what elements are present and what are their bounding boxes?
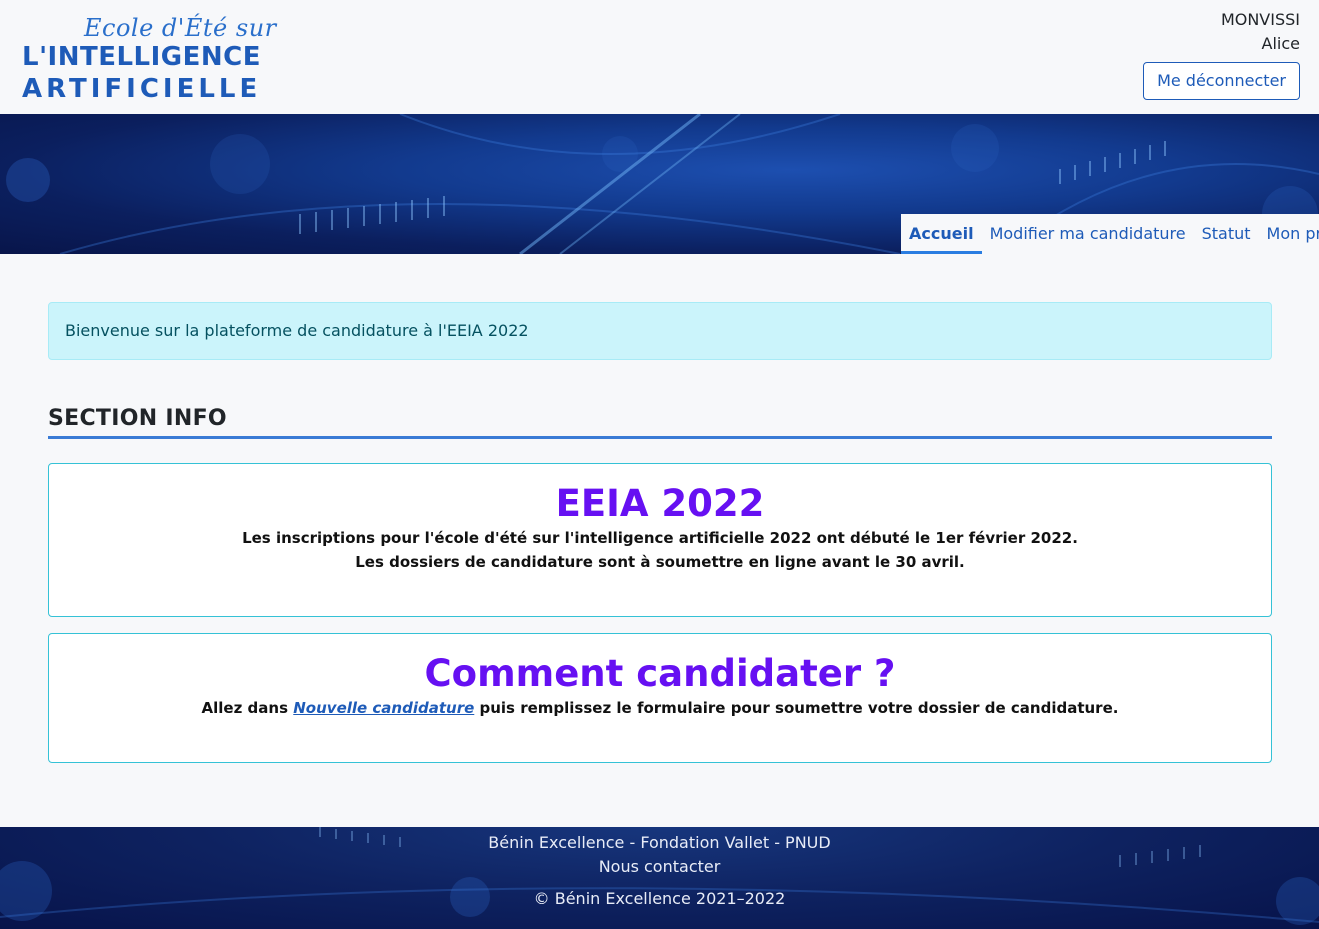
card-title: Comment candidater ? (424, 652, 896, 695)
nav-tab-mon-profil[interactable]: Mon profil (1259, 214, 1319, 254)
card-text: Allez dans Nouvelle candidature puis rem… (49, 696, 1271, 720)
card-text-line-1: Les inscriptions pour l'école d'été sur … (242, 529, 1078, 547)
logo-line-1: L'INTELLIGENCE (22, 42, 261, 72)
user-last-name: MONVISSI (1220, 10, 1300, 29)
page-header: Ecole d'Été sur L'INTELLIGENCE ARTIFICIE… (0, 0, 1319, 114)
page-footer: Bénin Excellence - Fondation Vallet - PN… (0, 827, 1319, 929)
card-text-line-2: Les dossiers de candidature sont à soume… (355, 553, 965, 571)
footer-partners: Bénin Excellence - Fondation Vallet - PN… (488, 833, 831, 852)
nav-tab-accueil[interactable]: Accueil (901, 214, 982, 254)
new-application-link[interactable]: Nouvelle candidature (293, 699, 474, 717)
card-text-before: Allez dans (201, 699, 294, 717)
footer-contact-link[interactable]: Nous contacter (0, 855, 1319, 879)
user-first-name: Alice (1261, 34, 1300, 53)
logo-line-2: ARTIFICIELLE (22, 74, 262, 104)
logo-script-line: Ecole d'Été sur (84, 14, 277, 42)
nav-tab-statut[interactable]: Statut (1194, 214, 1259, 254)
card-text-after: puis remplissez le formulaire pour soume… (474, 699, 1119, 717)
nav-tab-modifier-candidature[interactable]: Modifier ma candidature (982, 214, 1194, 254)
info-card-how-to-apply: Comment candidater ? Allez dans Nouvelle… (48, 633, 1272, 763)
main-nav: Accueil Modifier ma candidature Statut M… (901, 214, 1319, 254)
welcome-alert: Bienvenue sur la plateforme de candidatu… (48, 302, 1272, 360)
section-title: SECTION INFO (48, 406, 1272, 439)
logout-button[interactable]: Me déconnecter (1143, 62, 1300, 100)
footer-copyright: © Bénin Excellence 2021–2022 (533, 889, 786, 908)
site-logo[interactable]: Ecole d'Été sur L'INTELLIGENCE ARTIFICIE… (22, 14, 282, 104)
user-info: MONVISSI Alice (1221, 8, 1300, 56)
info-card-eeia: EEIA 2022 Les inscriptions pour l'école … (48, 463, 1272, 617)
card-title: EEIA 2022 (555, 482, 765, 525)
